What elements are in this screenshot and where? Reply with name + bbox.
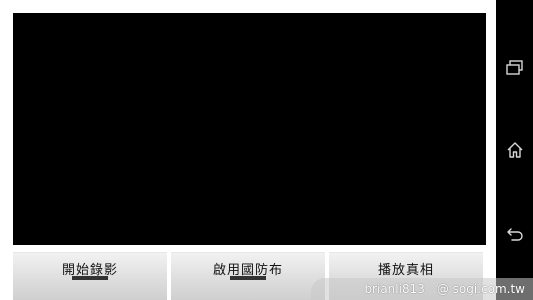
start-recording-indicator — [72, 276, 108, 280]
home-button[interactable] — [496, 130, 533, 170]
system-navigation-bar — [496, 0, 533, 300]
back-button[interactable] — [496, 214, 533, 254]
watermark-user: brianli813 — [364, 282, 425, 296]
enable-geofence-indicator — [230, 276, 266, 280]
watermark: brianli813 @ sogi.com.tw — [311, 278, 533, 300]
watermark-site: @ sogi.com.tw — [436, 282, 525, 296]
screen: 開始錄影 啟用國防布 播放真相 brianli813 @ sogi.com.tw — [0, 0, 533, 300]
enable-geofence-button[interactable]: 啟用國防布 — [171, 252, 325, 300]
home-icon — [507, 142, 522, 158]
recent-apps-icon — [505, 60, 523, 75]
playback-label: 播放真相 — [377, 263, 434, 278]
recent-apps-button[interactable] — [496, 48, 533, 88]
back-icon — [506, 228, 523, 241]
start-recording-button[interactable]: 開始錄影 — [13, 252, 167, 300]
camera-preview — [13, 13, 486, 245]
